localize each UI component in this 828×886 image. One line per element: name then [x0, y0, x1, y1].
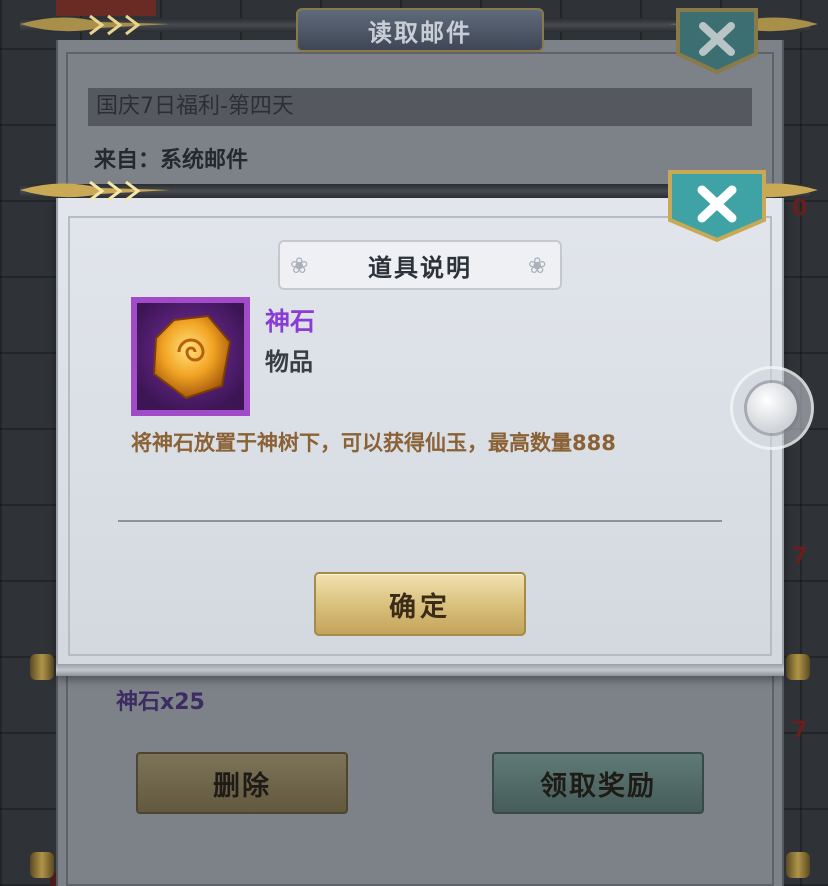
floating-joystick-icon[interactable] — [730, 366, 814, 450]
close-icon[interactable] — [664, 168, 770, 244]
background-digit: 7 — [792, 544, 808, 569]
scroll-roller-end — [786, 654, 810, 680]
swirl-ornament-icon: ❀ — [528, 254, 547, 279]
confirm-button[interactable]: 确定 — [314, 572, 526, 636]
delete-button[interactable]: 删除 — [136, 752, 348, 814]
mail-subject: 国庆7日福利-第四天 — [88, 88, 752, 126]
divider — [118, 520, 722, 522]
claim-reward-button[interactable]: 领取奖励 — [492, 752, 704, 814]
scroll-roller-end — [30, 852, 54, 878]
item-dialog-bottom-roller — [56, 664, 784, 676]
swirl-ornament-icon: ❀ — [290, 254, 309, 279]
scroll-roller-end — [30, 654, 54, 680]
mail-reward-text: 神石x25 — [116, 690, 205, 715]
mail-sender: 来自：系统邮件 — [94, 148, 249, 173]
item-description: 将神石放置于神树下，可以获得仙玉，最高数量888 — [131, 431, 616, 455]
item-dialog-header: 道具说明 — [278, 240, 562, 290]
left-wing-ornament — [20, 14, 170, 36]
item-name: 神石 — [265, 307, 316, 336]
scroll-roller-end — [786, 852, 810, 878]
item-type: 物品 — [265, 348, 313, 376]
mail-title: 读取邮件 — [296, 8, 544, 52]
floating-button-knob — [747, 383, 797, 433]
close-icon[interactable] — [672, 6, 762, 76]
divine-stone-icon — [152, 314, 231, 399]
background-digit: 7 — [792, 718, 808, 743]
item-icon-frame — [131, 297, 250, 416]
left-wing-ornament — [20, 180, 170, 202]
